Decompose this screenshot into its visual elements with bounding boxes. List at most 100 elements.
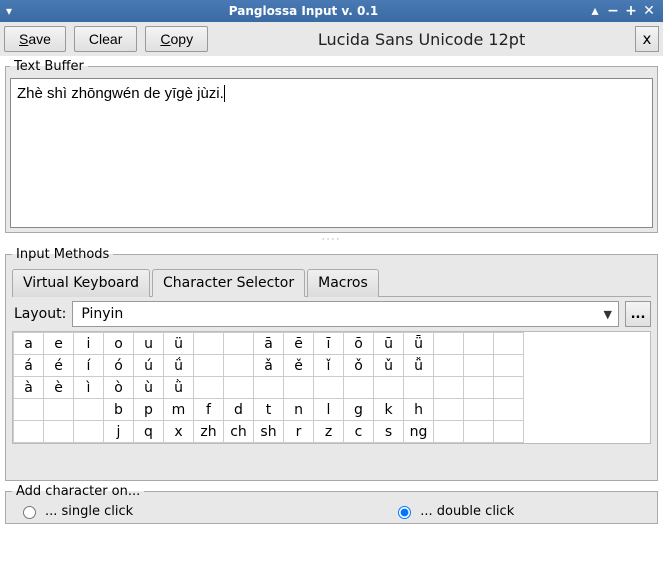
char-cell-empty	[494, 355, 524, 377]
char-cell[interactable]: ǐ	[314, 355, 344, 377]
char-cell[interactable]: n	[284, 399, 314, 421]
char-cell-empty	[14, 421, 44, 443]
char-cell[interactable]: ū	[374, 333, 404, 355]
char-cell[interactable]: o	[104, 333, 134, 355]
close-panel-button[interactable]: x	[635, 26, 659, 52]
char-cell[interactable]: ī	[314, 333, 344, 355]
char-cell[interactable]: ō	[344, 333, 374, 355]
close-window-button[interactable]: ✕	[641, 3, 657, 19]
radio-single-click[interactable]: ... single click	[18, 503, 133, 519]
char-cell[interactable]: g	[344, 399, 374, 421]
char-cell[interactable]: q	[134, 421, 164, 443]
add-character-legend: Add character on...	[12, 484, 144, 499]
clear-button[interactable]: Clear	[74, 26, 137, 52]
input-methods-group: Input Methods Virtual Keyboard Character…	[5, 247, 658, 481]
char-cell[interactable]: zh	[194, 421, 224, 443]
iconify-button[interactable]: ▴	[587, 3, 603, 19]
char-cell[interactable]: ē	[284, 333, 314, 355]
layout-select-value: Pinyin	[81, 306, 123, 322]
char-cell-empty	[464, 377, 494, 399]
char-cell[interactable]: á	[14, 355, 44, 377]
minimize-button[interactable]: −	[605, 3, 621, 19]
char-cell-empty	[44, 421, 74, 443]
char-cell[interactable]: ǎ	[254, 355, 284, 377]
char-cell-empty	[494, 421, 524, 443]
char-cell-empty	[194, 355, 224, 377]
char-cell-empty	[14, 399, 44, 421]
pane-drag-handle[interactable]: ····	[0, 236, 663, 244]
char-cell[interactable]: ǜ	[164, 377, 194, 399]
char-cell[interactable]: c	[344, 421, 374, 443]
input-methods-tabs: Virtual Keyboard Character Selector Macr…	[12, 268, 651, 297]
char-cell[interactable]: à	[14, 377, 44, 399]
char-cell-empty	[434, 333, 464, 355]
char-cell[interactable]: s	[374, 421, 404, 443]
char-cell[interactable]: é	[44, 355, 74, 377]
char-cell-empty	[44, 399, 74, 421]
tab-virtual-keyboard[interactable]: Virtual Keyboard	[12, 269, 150, 297]
window-title: Panglossa Input v. 0.1	[20, 4, 587, 18]
char-cell[interactable]: ǖ	[404, 333, 434, 355]
char-cell[interactable]: ǒ	[344, 355, 374, 377]
char-cell[interactable]: ì	[74, 377, 104, 399]
char-cell-empty	[464, 355, 494, 377]
char-cell[interactable]: ó	[104, 355, 134, 377]
char-cell-empty	[494, 377, 524, 399]
char-cell[interactable]: l	[314, 399, 344, 421]
tab-macros[interactable]: Macros	[307, 269, 379, 297]
char-cell[interactable]: ng	[404, 421, 434, 443]
char-cell-empty	[314, 377, 344, 399]
char-cell[interactable]: ch	[224, 421, 254, 443]
char-cell[interactable]: ǚ	[404, 355, 434, 377]
char-cell[interactable]: ǔ	[374, 355, 404, 377]
char-cell[interactable]: í	[74, 355, 104, 377]
radio-single-click-input[interactable]	[23, 506, 36, 519]
char-cell-empty	[494, 399, 524, 421]
radio-double-click-input[interactable]	[398, 506, 411, 519]
char-cell[interactable]: h	[404, 399, 434, 421]
char-cell[interactable]: è	[44, 377, 74, 399]
save-button[interactable]: Save	[4, 26, 66, 52]
char-cell[interactable]: ā	[254, 333, 284, 355]
char-cell-empty	[74, 421, 104, 443]
char-cell[interactable]: j	[104, 421, 134, 443]
maximize-button[interactable]: +	[623, 3, 639, 19]
char-cell-empty	[404, 377, 434, 399]
char-cell-empty	[434, 377, 464, 399]
window-menu-icon[interactable]: ▾	[6, 4, 12, 18]
layout-more-button[interactable]: ...	[625, 301, 651, 327]
char-cell-empty	[374, 377, 404, 399]
tab-character-selector[interactable]: Character Selector	[152, 269, 305, 297]
char-cell[interactable]: i	[74, 333, 104, 355]
radio-double-click-label: ... double click	[420, 504, 514, 519]
char-cell[interactable]: b	[104, 399, 134, 421]
char-cell[interactable]: z	[314, 421, 344, 443]
char-cell-empty	[494, 333, 524, 355]
char-cell[interactable]: a	[14, 333, 44, 355]
char-cell[interactable]: ò	[104, 377, 134, 399]
char-cell[interactable]: t	[254, 399, 284, 421]
text-buffer-input[interactable]: Zhè shì zhōngwén de yīgè jùzi.	[10, 78, 653, 228]
char-cell[interactable]: k	[374, 399, 404, 421]
char-cell[interactable]: ě	[284, 355, 314, 377]
char-cell[interactable]: ú	[134, 355, 164, 377]
char-cell[interactable]: r	[284, 421, 314, 443]
char-cell-empty	[434, 355, 464, 377]
char-cell[interactable]: e	[44, 333, 74, 355]
char-cell[interactable]: f	[194, 399, 224, 421]
char-cell[interactable]: ü	[164, 333, 194, 355]
char-cell[interactable]: m	[164, 399, 194, 421]
char-cell[interactable]: ù	[134, 377, 164, 399]
char-cell[interactable]: ǘ	[164, 355, 194, 377]
layout-select[interactable]: Pinyin ▼	[72, 301, 619, 327]
char-cell[interactable]: u	[134, 333, 164, 355]
copy-button[interactable]: Copy	[145, 26, 208, 52]
radio-double-click[interactable]: ... double click	[393, 503, 514, 519]
char-cell[interactable]: d	[224, 399, 254, 421]
char-cell[interactable]: x	[164, 421, 194, 443]
font-display: Lucida Sans Unicode 12pt	[216, 26, 627, 52]
window-titlebar: ▾ Panglossa Input v. 0.1 ▴ − + ✕	[0, 0, 663, 22]
char-cell[interactable]: p	[134, 399, 164, 421]
text-buffer-group: Text Buffer Zhè shì zhōngwén de yīgè jùz…	[5, 59, 658, 233]
char-cell[interactable]: sh	[254, 421, 284, 443]
